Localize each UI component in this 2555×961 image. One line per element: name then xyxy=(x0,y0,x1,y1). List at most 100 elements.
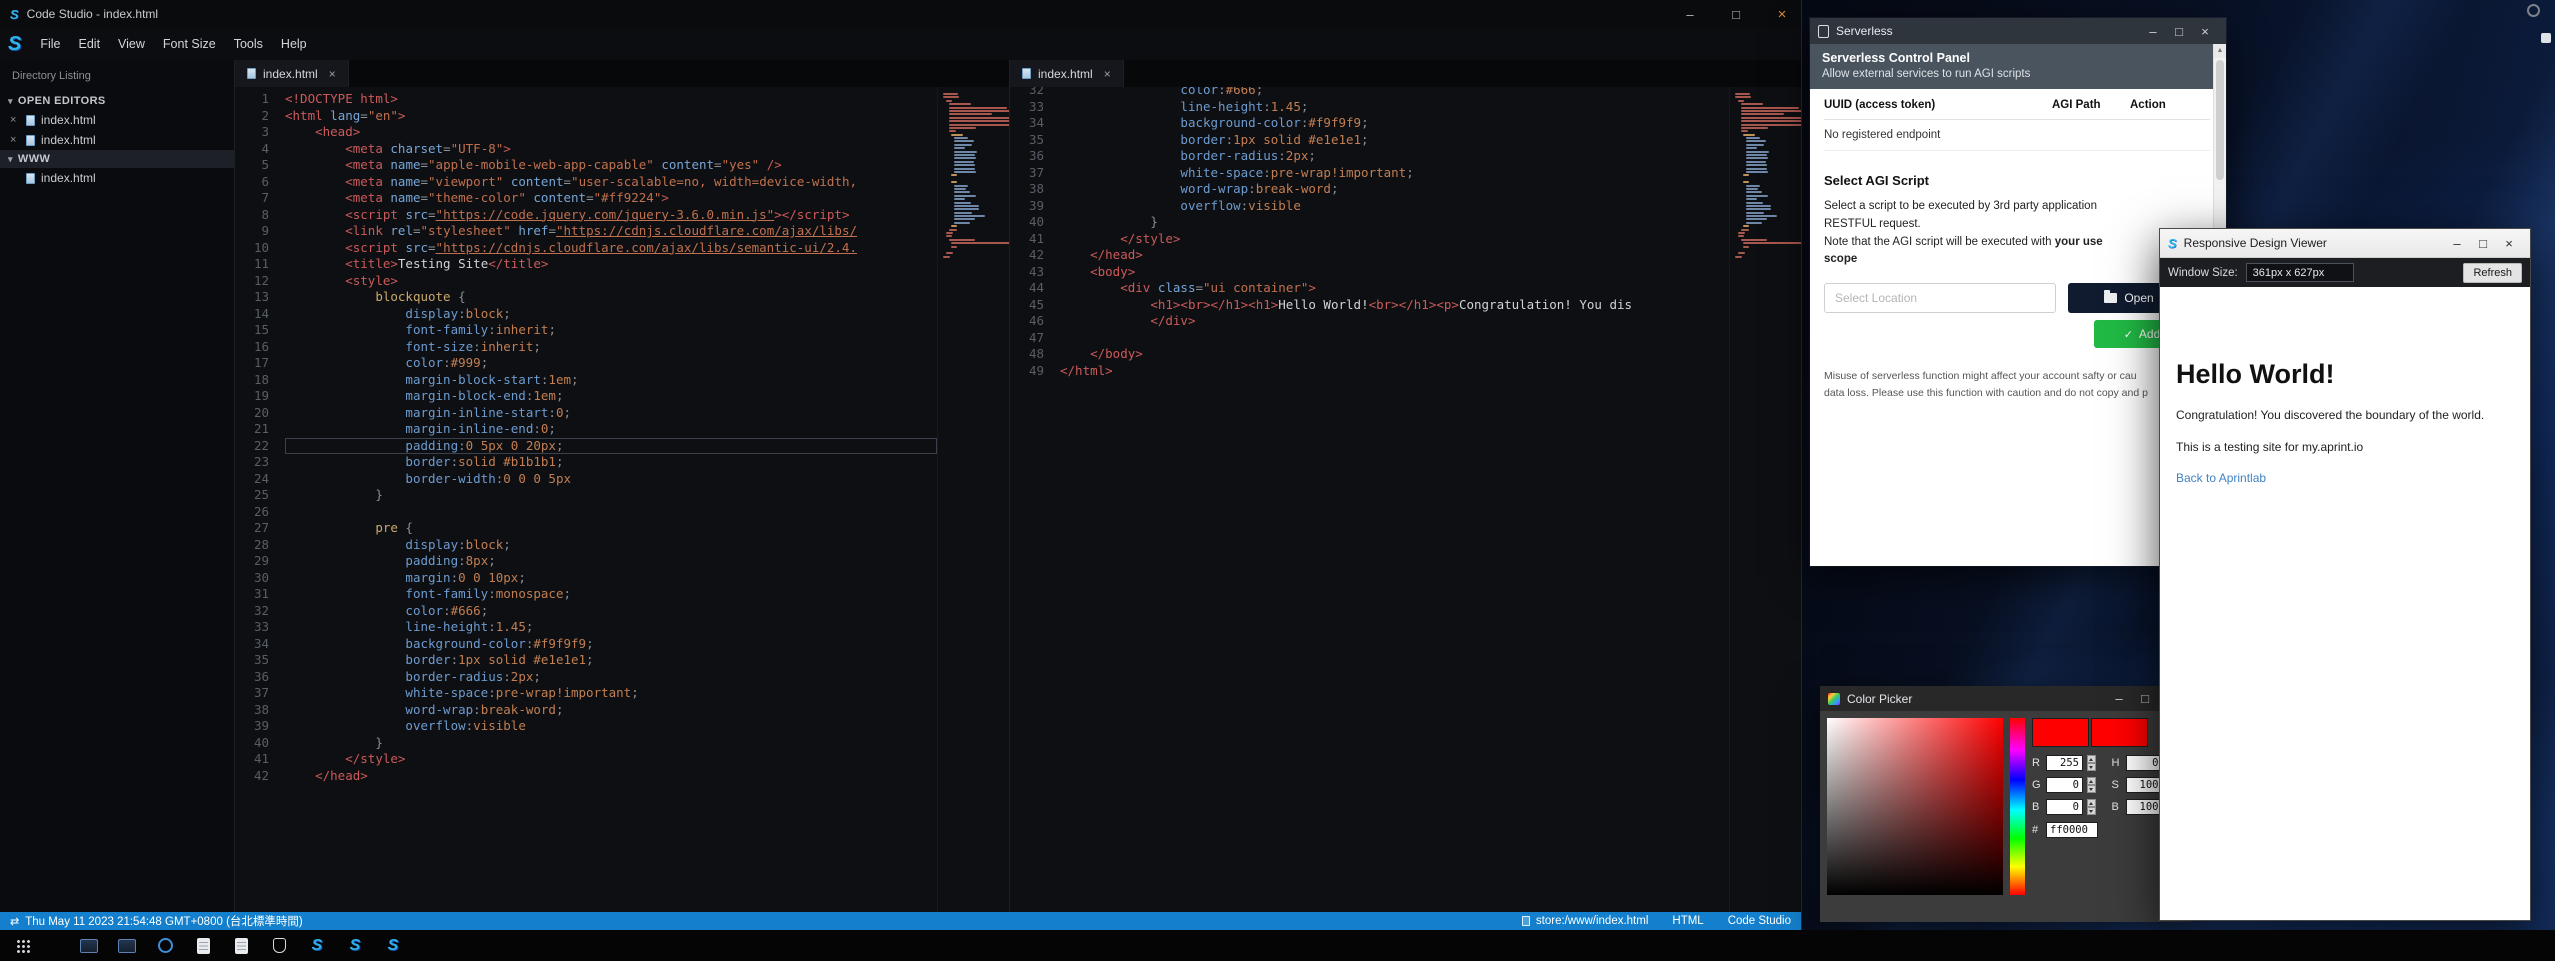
select-agi-heading: Select AGI Script xyxy=(1824,173,2210,188)
field-input[interactable]: 0 xyxy=(2046,777,2083,793)
file-item[interactable]: ×index.html xyxy=(0,110,234,130)
field-input[interactable]: 255 xyxy=(2046,755,2083,771)
gear-icon[interactable] xyxy=(2527,4,2540,17)
sidebar-tree: ▾OPEN EDITORS×index.html×index.html▾WWWi… xyxy=(0,92,234,188)
taskbar-icon-apps-grid[interactable] xyxy=(8,933,38,959)
refresh-button[interactable]: Refresh xyxy=(2463,263,2522,283)
maximize-button[interactable]: □ xyxy=(2470,236,2496,251)
tab-close-icon[interactable]: × xyxy=(329,67,336,81)
sync-icon[interactable]: ⇄ xyxy=(10,915,19,928)
location-input[interactable] xyxy=(1824,283,2056,313)
file-icon xyxy=(1522,916,1530,926)
minimize-button[interactable]: – xyxy=(2444,236,2470,251)
stepper-icon[interactable] xyxy=(2087,777,2096,793)
field-input[interactable]: 0 xyxy=(2126,755,2163,771)
code-area[interactable]: 1234567891011121314151617181920212223242… xyxy=(235,87,1009,912)
taskbar-icon-document-1[interactable] xyxy=(188,933,218,959)
responsive-viewer-window: Responsive Design Viewer – □ × Window Si… xyxy=(2159,228,2531,921)
panel-title: Serverless Control Panel xyxy=(1822,51,2214,65)
panel-subtitle: Allow external services to run AGI scrip… xyxy=(1822,68,2214,80)
document-2-icon xyxy=(235,938,248,954)
status-language[interactable]: HTML xyxy=(1672,915,1703,927)
minimap[interactable] xyxy=(937,87,1009,912)
close-button[interactable]: × xyxy=(2192,24,2218,39)
close-button[interactable]: × xyxy=(2496,236,2522,251)
menu-help[interactable]: Help xyxy=(272,32,316,56)
minimize-button[interactable]: – xyxy=(2106,691,2132,706)
window-size-input[interactable] xyxy=(2246,263,2354,282)
hex-input[interactable]: ff0000 xyxy=(2046,822,2098,838)
stepper-icon[interactable] xyxy=(2087,755,2096,771)
sl-table-header: UUID (access token)AGI PathAction xyxy=(1824,89,2210,120)
field-input[interactable]: 0 xyxy=(2046,799,2083,815)
menu-view[interactable]: View xyxy=(109,32,154,56)
window-2-icon xyxy=(118,939,136,953)
serverless-titlebar[interactable]: Serverless – □ × xyxy=(1810,18,2226,44)
hue-slider[interactable] xyxy=(2010,718,2025,895)
taskbar-icon-window-2[interactable] xyxy=(112,933,142,959)
taskbar-icon-code-studio-2[interactable] xyxy=(340,933,370,959)
folder-icon xyxy=(2104,293,2117,303)
desktop-tile-icon[interactable] xyxy=(2541,33,2551,43)
code-studio-logo-icon xyxy=(10,8,19,21)
responsive-titlebar[interactable]: Responsive Design Viewer – □ × xyxy=(2160,229,2530,258)
menu-file[interactable]: File xyxy=(31,32,69,56)
menu-bar: FileEditViewFont SizeToolsHelp xyxy=(0,28,1801,60)
close-icon[interactable]: × xyxy=(10,114,20,126)
field-label: R xyxy=(2032,757,2042,769)
file-icon xyxy=(247,68,256,79)
note-bold: your use xyxy=(2055,236,2103,248)
restore-button[interactable]: □ xyxy=(1717,0,1755,28)
column-header-agi-path: AGI Path xyxy=(2052,99,2130,111)
saturation-area[interactable] xyxy=(1827,718,2003,895)
stepper-icon[interactable] xyxy=(2087,799,2096,815)
editor-area: index.html×12345678910111213141516171819… xyxy=(235,60,1801,912)
file-item[interactable]: index.html xyxy=(0,168,234,188)
menu-font-size[interactable]: Font Size xyxy=(154,32,225,56)
warning-line-2: data loss. Please use this function with… xyxy=(1824,387,2148,399)
taskbar-icon-code-studio-3[interactable] xyxy=(378,933,408,959)
section-open-editors[interactable]: ▾OPEN EDITORS xyxy=(0,92,234,110)
scroll-thumb[interactable] xyxy=(2216,60,2224,180)
scroll-up-icon[interactable]: ▲ xyxy=(2214,44,2226,58)
taskbar-icon-window-1[interactable] xyxy=(74,933,104,959)
editor-tab[interactable]: index.html× xyxy=(235,60,349,87)
file-name: index.html xyxy=(41,133,96,147)
sidebar-title: Directory Listing xyxy=(0,66,234,92)
section-www[interactable]: ▾WWW xyxy=(0,150,234,168)
color-picker-titlebar[interactable]: Color Picker – □ × xyxy=(1820,686,2192,711)
file-item[interactable]: × index.html xyxy=(0,130,234,150)
field-input[interactable]: 100 xyxy=(2126,777,2163,793)
maximize-button[interactable]: □ xyxy=(2166,24,2192,39)
back-link[interactable]: Back to Aprintlab xyxy=(2176,471,2266,485)
maximize-button[interactable]: □ xyxy=(2132,691,2158,706)
note-bold-scope: scope xyxy=(1824,253,1857,265)
code-area[interactable]: 323334353637383940414243444546474849 col… xyxy=(1010,87,1801,912)
main-titlebar[interactable]: Code Studio - index.html – □ × xyxy=(0,0,1801,28)
preview-page: Hello World! Congratulation! You discove… xyxy=(2160,287,2530,920)
minimize-button[interactable]: – xyxy=(2140,24,2166,39)
code-studio-logo-icon xyxy=(8,34,21,54)
tab-close-icon[interactable]: × xyxy=(1104,67,1111,81)
menu-tools[interactable]: Tools xyxy=(225,32,272,56)
document-1-icon xyxy=(197,938,210,954)
taskbar-icon-document-2[interactable] xyxy=(226,933,256,959)
field-b: B0 xyxy=(2032,799,2106,815)
close-icon[interactable]: × xyxy=(10,134,20,146)
menu-edit[interactable]: Edit xyxy=(70,32,110,56)
field-g: G0 xyxy=(2032,777,2106,793)
status-file[interactable]: store:/www/index.html xyxy=(1522,915,1648,927)
editor-tab[interactable]: index.html× xyxy=(1010,60,1124,87)
window-1-icon xyxy=(80,939,98,953)
window-body: Directory Listing ▾OPEN EDITORS×index.ht… xyxy=(0,60,1801,912)
minimap[interactable] xyxy=(1729,87,1801,912)
taskbar-icon-shield[interactable] xyxy=(264,933,294,959)
close-button[interactable]: × xyxy=(1763,0,1801,28)
taskbar-icon-browser-ring[interactable] xyxy=(150,933,180,959)
minimize-button[interactable]: – xyxy=(1671,0,1709,28)
note-line-2: RESTFUL request. xyxy=(1824,218,1921,230)
field-input[interactable]: 100 xyxy=(2126,799,2163,815)
code-studio-3-icon xyxy=(388,937,399,955)
taskbar-icon-code-studio-1[interactable] xyxy=(302,933,332,959)
chevron-down-icon: ▾ xyxy=(8,96,13,107)
